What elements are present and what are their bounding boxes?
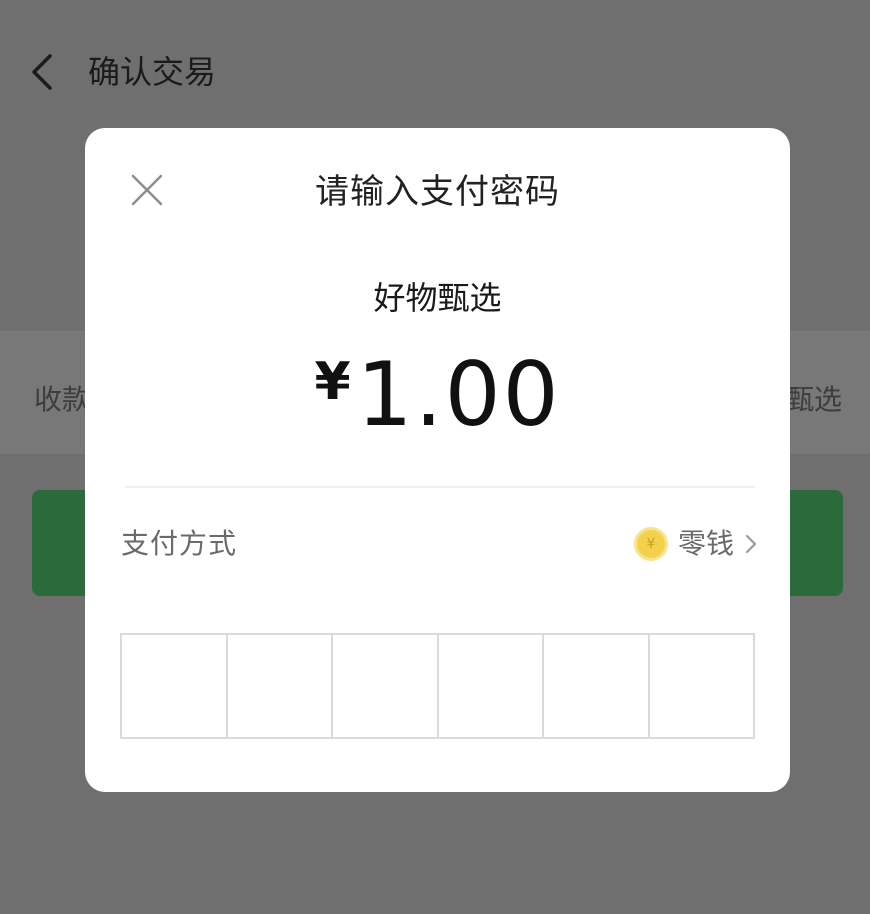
amount-value: 1.00 bbox=[356, 343, 561, 446]
payment-method-selector[interactable]: ¥ 零钱 bbox=[633, 524, 758, 564]
password-digit-box[interactable] bbox=[544, 635, 650, 737]
coin-icon: ¥ bbox=[633, 527, 668, 561]
merchant-name: 好物甄选 bbox=[373, 279, 502, 317]
payment-method-label: 支付方式 bbox=[121, 527, 238, 560]
payee-value: 甄选 bbox=[785, 383, 842, 416]
payee-label: 收款 bbox=[34, 383, 91, 416]
password-digit-box[interactable] bbox=[122, 635, 228, 737]
page-title: 确认交易 bbox=[88, 53, 217, 91]
page-header: 确认交易 bbox=[0, 0, 870, 140]
back-arrow-icon[interactable] bbox=[28, 52, 56, 92]
password-digit-box[interactable] bbox=[649, 635, 753, 737]
payment-method-value: 零钱 bbox=[677, 527, 734, 560]
password-input[interactable] bbox=[120, 633, 755, 739]
password-digit-box[interactable] bbox=[333, 635, 439, 737]
currency-symbol: ¥ bbox=[314, 352, 351, 412]
dialog-title: 请输入支付密码 bbox=[315, 172, 560, 212]
divider bbox=[125, 486, 755, 488]
chevron-right-icon bbox=[745, 534, 757, 554]
payment-amount: ¥1.00 bbox=[85, 340, 790, 450]
coin-glyph: ¥ bbox=[646, 536, 656, 552]
password-digit-box[interactable] bbox=[438, 635, 544, 737]
password-digit-box[interactable] bbox=[227, 635, 333, 737]
payment-password-dialog: 请输入支付密码 好物甄选 ¥1.00 支付方式 ¥ 零钱 bbox=[85, 128, 790, 792]
